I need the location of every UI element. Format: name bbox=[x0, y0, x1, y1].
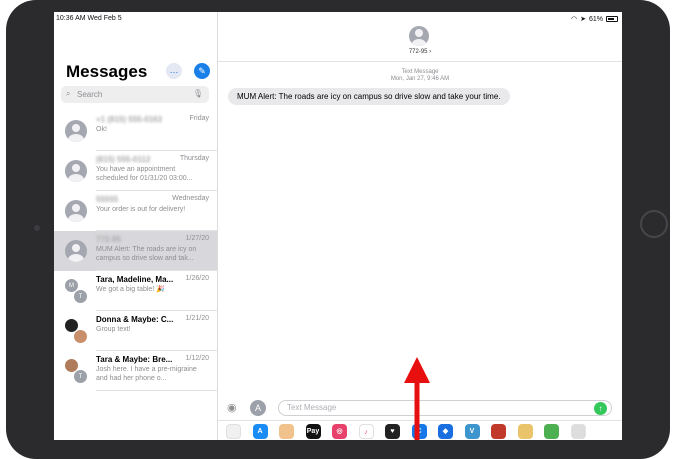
search-input[interactable]: ⌕ Search 🎙︎ bbox=[61, 86, 209, 103]
conversation-row[interactable]: (815) 555-0112 Thursday You have an appoin… bbox=[54, 151, 217, 191]
search-placeholder: Search bbox=[77, 90, 103, 99]
compose-button[interactable]: ✎ bbox=[194, 63, 210, 79]
conversation-preview: Ok! bbox=[96, 126, 107, 133]
conversation-preview: Your order is out for delivery! bbox=[96, 206, 186, 213]
gallery-app-icon[interactable] bbox=[491, 424, 506, 439]
conversation-date: 1/27/20 bbox=[185, 235, 209, 242]
message-timestamp: Text Message Mon, Jan 27, 9:46 AM bbox=[218, 69, 622, 83]
app-store-icon[interactable]: A bbox=[250, 400, 266, 416]
message-date-label: Mon, Jan 27, 9:46 AM bbox=[390, 76, 450, 82]
conversation-row[interactable]: T Tara & Maybe: Bre... 1/12/20 Josh here. I… bbox=[54, 351, 217, 391]
digital-touch-app-icon[interactable]: ♥ bbox=[385, 424, 400, 439]
front-camera bbox=[34, 225, 40, 231]
music-app-icon[interactable]: ♪ bbox=[358, 424, 374, 439]
conversation-row[interactable]: +1 (815) 555-0163 Friday Ok! bbox=[54, 111, 217, 151]
conversation-preview: We got a big table! 🎉 bbox=[96, 286, 165, 293]
home-button[interactable] bbox=[640, 210, 668, 238]
status-time: 10:36 AM Wed Feb 5 bbox=[56, 15, 122, 22]
search-icon: ⌕ bbox=[66, 89, 71, 98]
group-avatar-member: T bbox=[73, 369, 88, 384]
conversation-name: Tara & Maybe: Bre... bbox=[96, 355, 173, 364]
more-options-button[interactable]: … bbox=[166, 63, 182, 79]
ipad-device: Messages … ✎ ⌕ Search 🎙︎ +1 (815) 555-01… bbox=[0, 0, 675, 459]
conversation-name: Tara, Madeline, Ma... bbox=[96, 275, 174, 284]
microphone-icon[interactable]: 🎙︎ bbox=[193, 89, 203, 98]
group-avatar: T bbox=[64, 356, 90, 386]
app-store-app-icon[interactable]: A bbox=[252, 424, 268, 439]
ipad-screen: Messages … ✎ ⌕ Search 🎙︎ +1 (815) 555-01… bbox=[54, 12, 622, 440]
group-avatar-member bbox=[73, 329, 88, 344]
imessage-app-drawer: A Pay ◎ ♪ ♥ C ◆ V bbox=[218, 420, 622, 440]
conversation-name: 772-95 bbox=[96, 235, 121, 244]
more-apps-icon[interactable] bbox=[570, 424, 586, 439]
memoji-app-icon[interactable] bbox=[279, 424, 294, 439]
search-images-app-icon[interactable]: ◎ bbox=[332, 424, 347, 439]
conversation-name: Donna & Maybe: C... bbox=[96, 315, 174, 324]
status-bar: 10:36 AM Wed Feb 5 ◠ ➤ 61% bbox=[54, 12, 622, 26]
conversation-name: (815) 555-0112 bbox=[96, 155, 151, 164]
conversation-row[interactable]: 55555 Wednesday Your order is out for deli… bbox=[54, 191, 217, 231]
stickers-app-icon[interactable] bbox=[517, 424, 533, 439]
venmo-app-icon[interactable]: V bbox=[464, 424, 480, 439]
conversation-preview: Group text! bbox=[96, 326, 131, 333]
maps-app-icon[interactable] bbox=[544, 424, 559, 439]
group-avatar: MT bbox=[64, 276, 90, 306]
message-bubble[interactable]: MUM Alert: The roads are icy on campus s… bbox=[228, 88, 510, 105]
contact-name[interactable]: 772-95 › bbox=[218, 49, 622, 55]
conversation-row[interactable]: Donna & Maybe: C... 1/21/20 Group text! bbox=[54, 311, 217, 351]
page-title: Messages bbox=[66, 62, 148, 81]
conversation-preview: Josh here. I have a pre-migraine and had… bbox=[96, 366, 197, 382]
messages-sidebar: Messages … ✎ ⌕ Search 🎙︎ +1 (815) 555-01… bbox=[54, 12, 218, 440]
battery-icon bbox=[606, 16, 618, 22]
conversation-date: Wednesday bbox=[172, 195, 209, 202]
contact-avatar bbox=[65, 120, 87, 142]
contact-avatar[interactable] bbox=[409, 26, 429, 46]
contact-avatar bbox=[65, 160, 87, 182]
message-input[interactable]: Text Message bbox=[278, 400, 612, 416]
battery-percent: 61% bbox=[588, 15, 603, 23]
conversation-row[interactable]: M T Tara, Madeline, Ma... 1/26/20 We got a b… bbox=[54, 271, 217, 311]
composer-bar: ◉ A Text Message ↑ bbox=[218, 398, 622, 420]
send-icon[interactable]: ↑ bbox=[594, 402, 607, 415]
c-app-icon[interactable]: C bbox=[411, 424, 427, 439]
group-avatar bbox=[64, 316, 90, 346]
camera-icon[interactable]: ◉ bbox=[227, 401, 243, 415]
conversation-date: 1/12/20 bbox=[185, 355, 209, 362]
wifi-icon: ◠ bbox=[571, 16, 578, 23]
dropbox-app-icon[interactable]: ◆ bbox=[438, 424, 453, 439]
conversation-name: +1 (815) 555-0163 bbox=[96, 115, 163, 124]
conversation-name: 55555 bbox=[96, 195, 119, 204]
conversation-date: Friday bbox=[189, 115, 209, 122]
conversation-date: 1/21/20 bbox=[185, 315, 209, 322]
contact-avatar bbox=[65, 240, 87, 262]
status-indicators: ◠ ➤ 61% bbox=[571, 15, 618, 23]
conversation-preview: MUM Alert: The roads are icy on campus s… bbox=[96, 246, 197, 262]
row-divider bbox=[96, 390, 217, 391]
location-icon: ➤ bbox=[580, 16, 586, 23]
conversation-date: Thursday bbox=[179, 155, 209, 162]
group-avatar-member: T bbox=[73, 289, 88, 304]
conversation-row[interactable]: 772-95 1/27/20 MUM Alert: The roads are ic… bbox=[54, 231, 217, 271]
conversation-date: 1/26/20 bbox=[185, 275, 209, 282]
contact-avatar bbox=[65, 200, 87, 222]
conversation-preview: You have an appointment scheduled for 01… bbox=[96, 166, 193, 182]
message-type-label: Text Message bbox=[401, 69, 439, 75]
photos-app-icon[interactable] bbox=[226, 424, 241, 439]
apple-pay-app-icon[interactable]: Pay bbox=[305, 424, 321, 439]
conversation-thread: 772-95 › Text Message Mon, Jan 27, 9:46 … bbox=[218, 12, 622, 440]
